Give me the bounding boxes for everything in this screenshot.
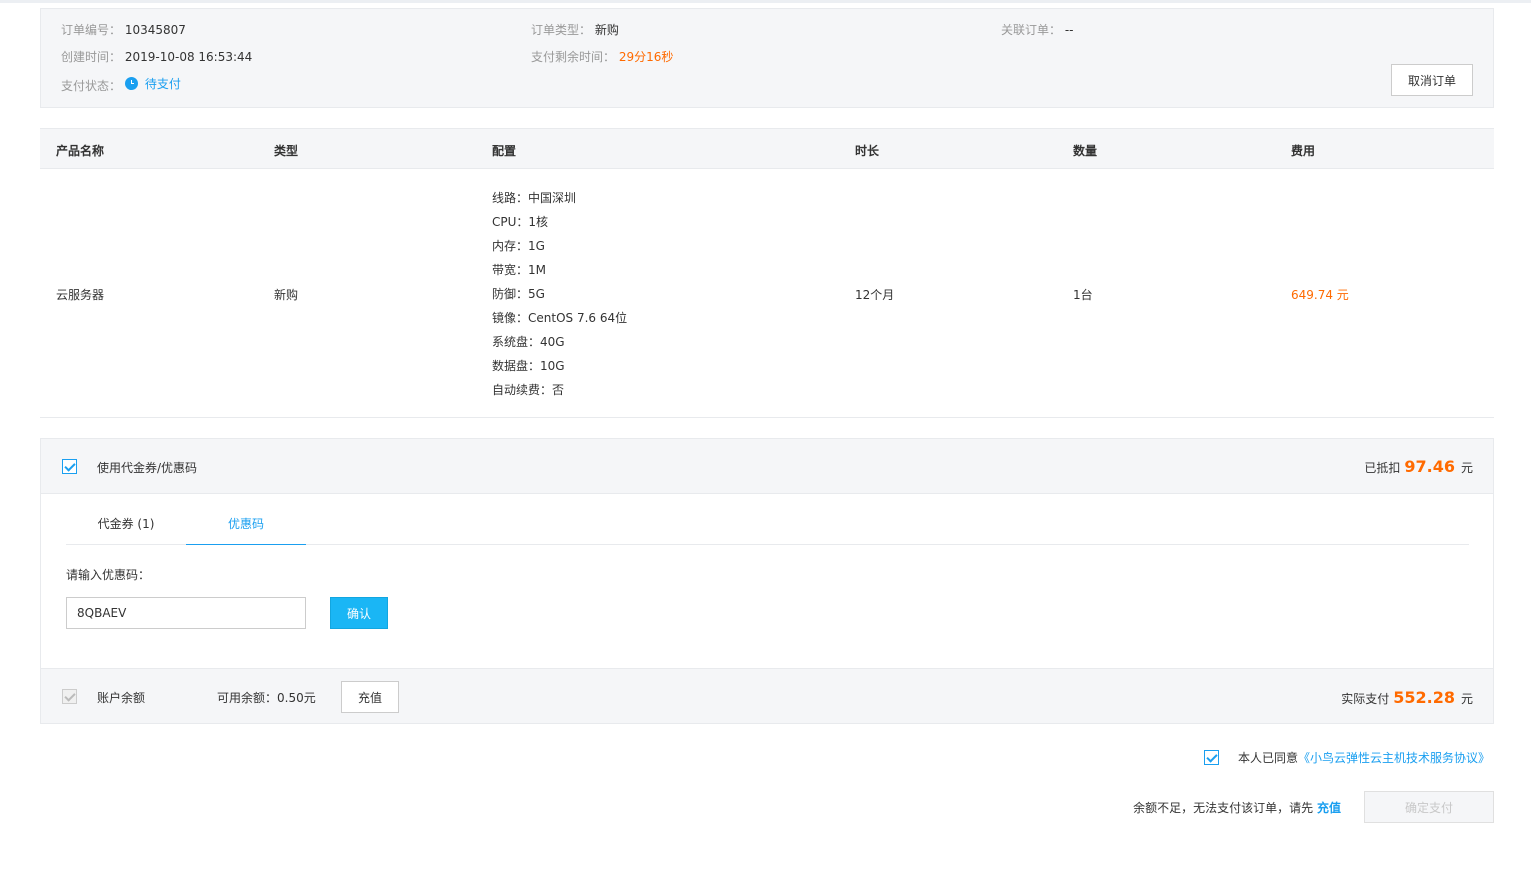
- product-duration: 12个月: [855, 288, 895, 302]
- deducted-amount: 已抵扣 97.46 元: [1364, 457, 1473, 476]
- header-duration: 时长: [855, 144, 880, 158]
- recharge-link[interactable]: 充值: [1317, 801, 1341, 815]
- promo-code-input[interactable]: [66, 597, 306, 629]
- confirm-payment-button[interactable]: 确定支付: [1364, 791, 1494, 823]
- config-line: 带宽：1M: [492, 263, 546, 277]
- table-row: 云服务器 新购 线路：中国深圳 CPU：1核 内存：1G 带宽：1M 防御：5G…: [40, 169, 1494, 418]
- order-info-panel: 订单编号： 10345807 创建时间： 2019-10-08 16:53:44…: [40, 8, 1494, 108]
- product-type: 新购: [274, 288, 299, 302]
- created-time: 创建时间： 2019-10-08 16:53:44: [61, 50, 253, 64]
- table-header: 产品名称 类型 配置 时长 数量 费用: [40, 128, 1494, 169]
- tab-voucher[interactable]: 代金券 (1): [66, 505, 186, 545]
- product-table: 产品名称 类型 配置 时长 数量 费用 云服务器 新购 线路：中国深圳 CPU：…: [40, 128, 1494, 418]
- related-order: 关联订单： --: [1001, 23, 1074, 37]
- available-balance: 可用余额：0.50元: [217, 691, 316, 705]
- order-type: 订单类型： 新购: [531, 23, 619, 37]
- config-line: 镜像：CentOS 7.6 64位: [492, 311, 628, 325]
- promo-code-label: 请输入优惠码：: [66, 568, 151, 582]
- deducted-value: 97.46: [1404, 457, 1455, 476]
- created-time-value: 2019-10-08 16:53:44: [124, 50, 253, 64]
- agreement-row: 本人已同意 《小鸟云弹性云主机技术服务协议》: [1203, 749, 1490, 766]
- product-name: 云服务器: [56, 288, 105, 302]
- product-config: 线路：中国深圳 CPU：1核 内存：1G 带宽：1M 防御：5G 镜像：Cent…: [492, 189, 627, 405]
- actual-payment: 实际支付 552.28 元: [1341, 688, 1473, 707]
- order-number: 订单编号： 10345807: [61, 23, 186, 37]
- remaining-time: 支付剩余时间： 29分16秒: [531, 50, 674, 64]
- cancel-order-button[interactable]: 取消订单: [1391, 64, 1473, 96]
- coupon-tabs: 代金券 (1) 优惠码: [66, 505, 1469, 545]
- header-fee: 费用: [1291, 144, 1316, 158]
- header-type: 类型: [274, 144, 299, 158]
- clock-icon: [124, 77, 138, 90]
- coupon-header: 使用代金券/优惠码 已抵扣 97.46 元: [41, 439, 1493, 494]
- config-line: CPU：1核: [492, 215, 549, 229]
- agreement-checkbox[interactable]: [1203, 750, 1219, 765]
- related-order-value: --: [1064, 23, 1074, 37]
- balance-label: 账户余额: [97, 691, 146, 705]
- remaining-time-value: 29分16秒: [618, 50, 674, 64]
- product-quantity: 1台: [1073, 288, 1093, 302]
- config-line: 防御：5G: [492, 287, 545, 301]
- agreement-link[interactable]: 《小鸟云弹性云主机技术服务协议》: [1298, 749, 1490, 766]
- header-config: 配置: [492, 144, 517, 158]
- top-divider: [0, 0, 1531, 3]
- order-number-value: 10345807: [124, 23, 186, 37]
- product-fee: 649.74 元: [1291, 288, 1349, 302]
- coupon-section: 使用代金券/优惠码 已抵扣 97.46 元 代金券 (1) 优惠码 请输入优惠码…: [40, 438, 1494, 724]
- confirm-code-button[interactable]: 确认: [330, 597, 388, 629]
- config-line: 数据盘：10G: [492, 359, 565, 373]
- config-line: 内存：1G: [492, 239, 545, 253]
- insufficient-balance-notice: 余额不足，无法支付该订单，请先 充值: [1133, 801, 1341, 815]
- actual-payment-value: 552.28: [1393, 688, 1455, 707]
- tab-promo-code[interactable]: 优惠码: [186, 505, 306, 545]
- header-quantity: 数量: [1073, 144, 1098, 158]
- order-type-value: 新购: [594, 23, 619, 37]
- agreement-text: 本人已同意: [1237, 751, 1298, 765]
- payment-status: 支付状态： 待支付: [61, 75, 181, 93]
- header-product-name: 产品名称: [56, 144, 105, 158]
- recharge-button[interactable]: 充值: [341, 681, 399, 713]
- use-coupon-checkbox[interactable]: [62, 459, 77, 474]
- status-badge: 待支付: [124, 75, 181, 92]
- config-line: 自动续费：否: [492, 383, 565, 397]
- config-line: 系统盘：40G: [492, 335, 565, 349]
- balance-row: 账户余额 可用余额：0.50元 充值 实际支付 552.28 元: [41, 668, 1493, 723]
- config-line: 线路：中国深圳: [492, 191, 577, 205]
- balance-checkbox[interactable]: [62, 689, 77, 704]
- use-coupon-label: 使用代金券/优惠码: [97, 461, 198, 475]
